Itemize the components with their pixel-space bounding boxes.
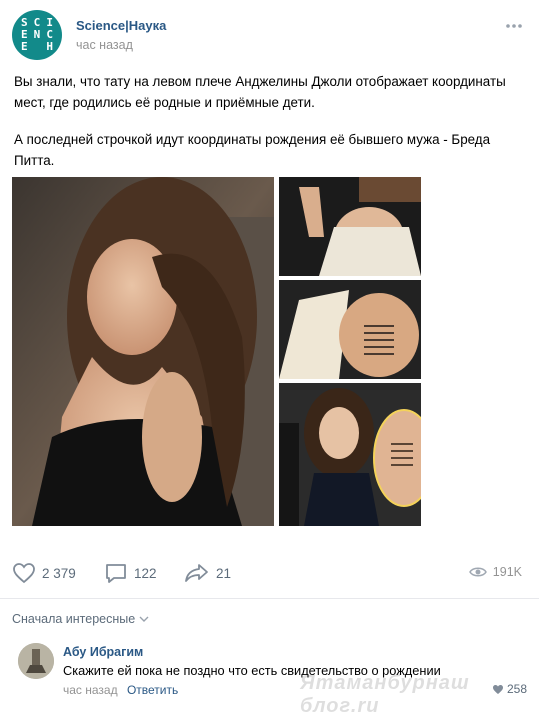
group-logo: S C I E N C E H: [18, 17, 56, 53]
comment-like-count: 258: [506, 682, 527, 696]
comment-button[interactable]: 122: [104, 562, 157, 584]
comments-sort-dropdown[interactable]: Сначала интересные: [12, 612, 149, 626]
comment-icon: [106, 564, 126, 583]
post-photo-main[interactable]: [12, 177, 274, 526]
post-photo-thumb[interactable]: [279, 280, 421, 379]
post-paragraph: Вы знали, что тату на левом плече Анджел…: [14, 74, 506, 110]
group-name-link[interactable]: Science|Наука: [76, 18, 166, 33]
logo-letter: E: [21, 40, 28, 53]
logo-letter: N: [33, 28, 41, 41]
heart-icon: [13, 563, 35, 584]
avatar[interactable]: [18, 643, 54, 679]
post-text: Вы знали, что тату на левом плече Анджел…: [14, 72, 514, 171]
eye-icon: [468, 567, 487, 577]
logo-letter: [31, 41, 44, 53]
logo-letter: H: [46, 40, 53, 53]
share-icon: [185, 564, 208, 582]
more-options-button[interactable]: [505, 18, 523, 34]
comment-like-button[interactable]: 258: [492, 682, 527, 696]
comment-meta: час назад Ответить: [63, 683, 178, 697]
group-avatar[interactable]: S C I E N C E H: [12, 10, 62, 60]
post-photo-thumb[interactable]: [279, 177, 421, 276]
share-button[interactable]: 21: [184, 562, 231, 584]
comments-sort-label: Сначала интересные: [12, 612, 136, 626]
post-paragraph: А последней строчкой идут координаты рож…: [14, 132, 491, 168]
like-count: 2 379: [42, 565, 76, 581]
post-photo-thumb[interactable]: [279, 383, 421, 526]
heart-icon: [492, 684, 503, 694]
comment-author-link[interactable]: Абу Ибрагим: [63, 645, 143, 659]
reply-button[interactable]: Ответить: [127, 683, 178, 697]
post-time[interactable]: час назад: [76, 38, 133, 52]
share-count: 21: [216, 565, 232, 581]
like-button[interactable]: 2 379: [12, 562, 76, 584]
chevron-down-icon: [139, 616, 149, 622]
more-horizontal-icon: [506, 24, 522, 28]
comment-time[interactable]: час назад: [63, 683, 118, 697]
views-counter: 191K: [468, 565, 522, 579]
comment-count: 122: [134, 565, 157, 581]
divider: [0, 598, 539, 599]
view-count: 191K: [492, 565, 522, 579]
